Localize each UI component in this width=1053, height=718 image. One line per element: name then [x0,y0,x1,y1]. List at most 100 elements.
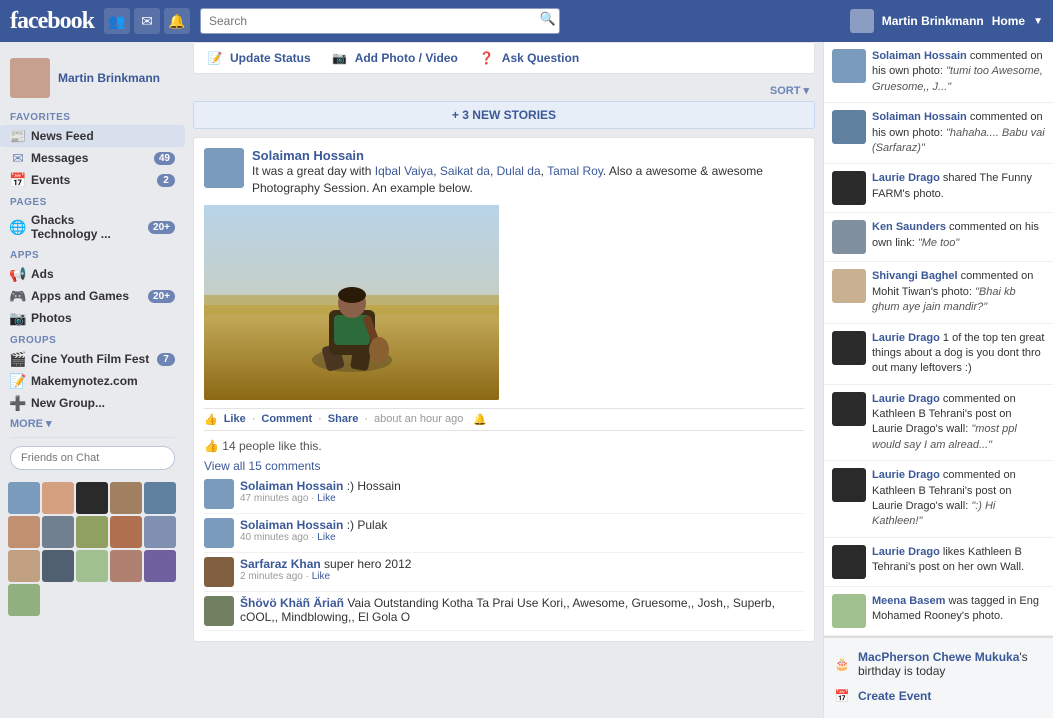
comment-4-avatar[interactable] [204,596,234,626]
sidebar-item-ghacks[interactable]: 🌐 Ghacks Technology ... 20+ [0,210,185,244]
friends-chat-input[interactable] [10,446,175,470]
ticker-item-8[interactable]: Laurie Drago commented on Kathleen B Teh… [824,461,1053,538]
ticker-item-10[interactable]: Meena Basem was tagged in Eng Mohamed Ro… [824,587,1053,636]
ticker-item-3[interactable]: Laurie Drago shared The Funny FARM's pho… [824,164,1053,213]
appsgames-label: Apps and Games [31,289,143,303]
comment-2-avatar[interactable] [204,518,234,548]
comment-1-author[interactable]: Solaiman Hossain [240,479,343,493]
events-badge: 2 [157,174,175,187]
nav-dropdown-button[interactable]: ▼ [1033,16,1043,27]
comment-3-like-link[interactable]: Like [312,571,330,582]
sidebar-item-newgroup[interactable]: ➕ New Group... [0,392,185,414]
view-all-comments-link[interactable]: View all 15 comments [204,457,804,475]
new-stories-bar[interactable]: + 3 NEW STORIES [193,101,815,129]
search-bar: 🔍 [200,8,560,34]
post-link-dulal[interactable]: Dulal da [497,164,541,178]
friend-thumb-10[interactable] [144,516,176,548]
friend-thumb-6[interactable] [8,516,40,548]
friend-thumb-13[interactable] [76,550,108,582]
home-button[interactable]: Home [992,14,1025,28]
sidebar-item-messages[interactable]: ✉ Messages 49 [0,147,185,169]
sidebar-more-link[interactable]: MORE ▾ [0,414,185,433]
post-comment-button[interactable]: Comment [261,413,312,425]
comment-3-meta: 2 minutes ago · Like [240,571,804,582]
friend-thumb-16[interactable] [8,584,40,616]
sidebar-item-makemynote[interactable]: 📝 Makemynotez.com [0,370,185,392]
comment-3-text: super hero 2012 [324,557,411,571]
messages-icon-btn[interactable]: ✉ [134,8,160,34]
comment-1-avatar[interactable] [204,479,234,509]
ticker-item-6[interactable]: Laurie Drago 1 of the top ten great thin… [824,324,1053,385]
user-name-label[interactable]: Martin Brinkmann [882,14,984,28]
sidebar-item-events[interactable]: 📅 Events 2 [0,169,185,191]
events-label: Events [31,173,152,187]
sidebar-profile-link[interactable]: Martin Brinkmann [0,50,185,106]
post-link-tamal[interactable]: Tamal Roy [547,164,603,178]
friend-thumb-11[interactable] [8,550,40,582]
notifications-icon-btn[interactable]: 🔔 [164,8,190,34]
comment-3-body: Sarfaraz Khan super hero 2012 2 minutes … [240,557,804,587]
update-status-icon: 📝 [206,51,224,65]
groups-section-title: GROUPS [0,329,185,348]
comment-4: Šhövö Khäñ Äriañ Vaia Outstanding Kotha … [204,592,804,631]
ticker-4-avatar [832,220,866,254]
ticker-item-9[interactable]: Laurie Drago likes Kathleen B Tehrani's … [824,538,1053,587]
friend-thumb-15[interactable] [144,550,176,582]
ticker-10-text: Meena Basem was tagged in Eng Mohamed Ro… [872,594,1045,625]
post-author-name[interactable]: Solaiman Hossain [252,148,804,163]
ticker-9-avatar [832,545,866,579]
sidebar-item-ads[interactable]: 📢 Ads [0,263,185,285]
post-author-avatar[interactable] [204,148,244,188]
ticker-item-5[interactable]: Shivangi Baghel commented on Mohit Tiwan… [824,262,1053,323]
sidebar-item-newsfeed[interactable]: 📰 News Feed [0,125,185,147]
post-share-button[interactable]: Share [328,413,359,425]
ticker-item-1[interactable]: Solaiman Hossain commented on his own ph… [824,42,1053,103]
sort-bar[interactable]: SORT ▾ [193,82,815,101]
create-event-link[interactable]: Create Event [858,689,931,703]
friends-icon-btn[interactable]: 👥 [104,8,130,34]
makemynote-icon: 📝 [10,373,26,389]
birthday-person-name[interactable]: MacPherson Chewe Mukuka [858,650,1019,664]
friend-thumb-7[interactable] [42,516,74,548]
add-photo-button[interactable]: 📷 Add Photo / Video [331,51,458,65]
comment-2-like-link[interactable]: Like [317,532,335,543]
cine-label: Cine Youth Film Fest [31,352,152,366]
ticker-6-text: Laurie Drago 1 of the top ten great thin… [872,331,1045,377]
ticker-6-person: Laurie Drago [872,332,940,344]
ticker-1-text: Solaiman Hossain commented on his own ph… [872,49,1045,95]
post-likes-count: 👍 14 people like this. [204,435,804,457]
post-link-iqbal[interactable]: Iqbal Vaiya [375,164,433,178]
friend-thumb-3[interactable] [76,482,108,514]
friend-thumb-1[interactable] [8,482,40,514]
comment-4-author[interactable]: Šhövö Khäñ Äriañ [240,596,344,610]
right-sidebar: Solaiman Hossain commented on his own ph… [823,42,1053,718]
friend-thumb-12[interactable] [42,550,74,582]
ask-question-button[interactable]: ❓ Ask Question [478,51,579,65]
friend-thumb-14[interactable] [110,550,142,582]
comment-3-author[interactable]: Sarfaraz Khan [240,557,321,571]
friend-thumb-8[interactable] [76,516,108,548]
sidebar-item-appsgames[interactable]: 🎮 Apps and Games 20+ [0,285,185,307]
comment-2-author[interactable]: Solaiman Hossain [240,518,343,532]
ads-icon: 📢 [10,266,26,282]
ticker-item-2[interactable]: Solaiman Hossain commented on his own ph… [824,103,1053,164]
like-thumb-icon: 👍 [204,413,218,426]
friend-thumb-5[interactable] [144,482,176,514]
sidebar-item-cine[interactable]: 🎬 Cine Youth Film Fest 7 [0,348,185,370]
comment-1-like-link[interactable]: Like [317,493,335,504]
comment-1-meta: 47 minutes ago · Like [240,493,804,504]
makemynote-label: Makemynotez.com [31,374,175,388]
search-input[interactable] [200,8,560,34]
sidebar-item-photos[interactable]: 📷 Photos [0,307,185,329]
update-status-button[interactable]: 📝 Update Status [206,51,311,65]
friend-thumb-9[interactable] [110,516,142,548]
post-like-button[interactable]: Like [224,413,246,425]
search-button[interactable]: 🔍 [540,11,556,27]
friend-thumb-2[interactable] [42,482,74,514]
ghacks-label: Ghacks Technology ... [31,213,143,241]
post-link-saikat[interactable]: Saikat da [440,164,490,178]
comment-3-avatar[interactable] [204,557,234,587]
ticker-item-7[interactable]: Laurie Drago commented on Kathleen B Teh… [824,385,1053,462]
friend-thumb-4[interactable] [110,482,142,514]
ticker-item-4[interactable]: Ken Saunders commented on his own link: … [824,213,1053,262]
